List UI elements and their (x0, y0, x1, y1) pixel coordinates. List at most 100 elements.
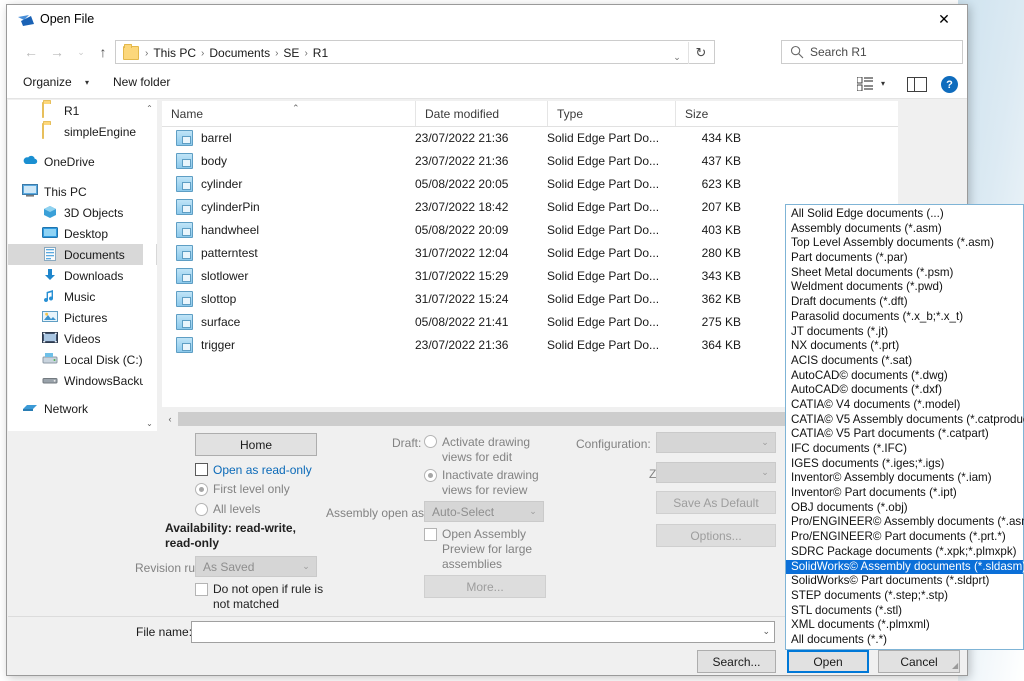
resize-grip[interactable]: ◢ (952, 661, 964, 673)
dropdown-item[interactable]: CATIA© V4 documents (*.model) (786, 398, 1023, 413)
revision-rule-select[interactable]: As Saved ⌄ (195, 556, 317, 577)
dropdown-item[interactable]: Inventor© Assembly documents (*.iam) (786, 471, 1023, 486)
activate-views-label-line2: views for edit (442, 450, 513, 464)
tree-scrollbar[interactable]: ⌃ ⌄ (143, 100, 156, 431)
column-header-type[interactable]: Type (547, 101, 675, 126)
dropdown-item[interactable]: Top Level Assembly documents (*.asm) (786, 236, 1023, 251)
do-not-open-if-rule-checkbox[interactable] (195, 583, 208, 596)
scroll-down-icon[interactable]: ⌄ (143, 415, 156, 431)
options-button[interactable]: Options... (656, 524, 776, 547)
dropdown-item[interactable]: Pro/ENGINEER© Part documents (*.prt.*) (786, 530, 1023, 545)
chevron-down-icon[interactable]: ⌄ (762, 626, 770, 637)
search-input[interactable]: Search R1 (781, 40, 963, 64)
column-header-size[interactable]: Size (675, 101, 747, 126)
breadcrumb-item-se[interactable]: SE (279, 46, 303, 60)
table-row[interactable]: barrel 23/07/2022 21:36 Solid Edge Part … (162, 127, 898, 150)
sidebar-item-onedrive[interactable]: OneDrive (8, 151, 157, 172)
dropdown-item[interactable]: Weldment documents (*.pwd) (786, 280, 1023, 295)
scrollbar-thumb[interactable] (178, 412, 866, 426)
dropdown-item[interactable]: SDRC Package documents (*.xpk;*.plmxpk) (786, 545, 1023, 560)
table-row[interactable]: cylinder 05/08/2022 20:05 Solid Edge Par… (162, 173, 898, 196)
open-as-read-only-checkbox[interactable] (195, 463, 208, 476)
more-button[interactable]: More... (424, 575, 546, 598)
breadcrumb-item-documents[interactable]: Documents (205, 46, 274, 60)
save-as-default-button[interactable]: Save As Default (656, 491, 776, 514)
dropdown-item[interactable]: Draft documents (*.dft) (786, 295, 1023, 310)
column-header-name[interactable]: Name (162, 101, 415, 126)
sidebar-item-music[interactable]: Music (8, 286, 157, 307)
dropdown-item[interactable]: Assembly documents (*.asm) (786, 222, 1023, 237)
sidebar-item-downloads[interactable]: Downloads (8, 265, 157, 286)
dropdown-item-selected[interactable]: SolidWorks© Assembly documents (*.sldasm… (786, 559, 1024, 575)
zone-select[interactable]: ⌄ (656, 462, 776, 483)
chevron-down-icon[interactable]: ⌄ (666, 46, 688, 68)
help-icon[interactable]: ? (941, 76, 958, 93)
assembly-open-as-select[interactable]: Auto-Select ⌄ (424, 501, 544, 522)
file-type-dropdown-list[interactable]: All Solid Edge documents (...) Assembly … (785, 204, 1024, 650)
sidebar-item-3d-objects[interactable]: 3D Objects (8, 202, 157, 223)
dropdown-item[interactable]: ACIS documents (*.sat) (786, 354, 1023, 369)
breadcrumb-item-this-pc[interactable]: This PC (149, 46, 200, 60)
sidebar-item-simpleengine[interactable]: simpleEngine (8, 121, 157, 142)
breadcrumb-bar[interactable]: › This PC › Documents › SE › R1 ⌄ ↻ (115, 40, 715, 64)
dropdown-item[interactable]: CATIA© V5 Part documents (*.catpart) (786, 427, 1023, 442)
dropdown-item[interactable]: AutoCAD© documents (*.dxf) (786, 383, 1023, 398)
forward-icon[interactable]: → (45, 41, 69, 63)
dropdown-item[interactable]: Pro/ENGINEER© Assembly documents (*.asm.… (786, 515, 1024, 530)
chevron-down-icon[interactable]: ▾ (85, 78, 89, 87)
open-button[interactable]: Open (787, 650, 869, 673)
chevron-down-icon: ⌄ (761, 437, 769, 447)
close-button[interactable]: ✕ (921, 5, 967, 34)
sidebar-item-pictures[interactable]: Pictures (8, 307, 157, 328)
dropdown-item[interactable]: OBJ documents (*.obj) (786, 501, 1023, 516)
dropdown-item[interactable]: XML documents (*.plmxml) (786, 618, 1023, 633)
dropdown-item[interactable]: CATIA© V5 Assembly documents (*.catprodu… (786, 413, 1024, 428)
first-level-only-radio[interactable] (195, 483, 208, 496)
recent-locations-icon[interactable]: ⌄ (69, 41, 93, 63)
dropdown-item[interactable]: All Solid Edge documents (...) (786, 207, 1023, 222)
open-assembly-preview-checkbox[interactable] (424, 528, 437, 541)
sidebar-item-videos[interactable]: Videos (8, 328, 157, 349)
activate-drawing-views-radio[interactable] (424, 435, 437, 448)
sidebar-item-r1[interactable]: R1 (8, 100, 157, 121)
home-button[interactable]: Home (195, 433, 317, 456)
up-icon[interactable]: ↑ (91, 41, 115, 63)
all-levels-radio[interactable] (195, 503, 208, 516)
view-layout-icon[interactable] (857, 77, 873, 91)
dropdown-item[interactable]: All documents (*.*) (786, 633, 1023, 648)
table-row[interactable]: body 23/07/2022 21:36 Solid Edge Part Do… (162, 150, 898, 173)
new-folder-button[interactable]: New folder (113, 75, 170, 89)
dropdown-item[interactable]: Part documents (*.par) (786, 251, 1023, 266)
search-button[interactable]: Search... (697, 650, 776, 673)
dropdown-item[interactable]: IFC documents (*.IFC) (786, 442, 1023, 457)
dropdown-item[interactable]: STEP documents (*.step;*.stp) (786, 589, 1023, 604)
dropdown-item[interactable]: SolidWorks© Part documents (*.sldprt) (786, 574, 1023, 589)
cancel-button[interactable]: Cancel (878, 650, 960, 673)
back-icon[interactable]: ← (19, 41, 43, 63)
dropdown-item[interactable]: Sheet Metal documents (*.psm) (786, 266, 1023, 281)
dropdown-item[interactable]: Parasolid documents (*.x_b;*.x_t) (786, 310, 1023, 325)
sidebar-item-documents[interactable]: Documents (8, 244, 157, 265)
sidebar-item-this-pc[interactable]: This PC (8, 181, 157, 202)
file-name-input[interactable]: ⌄ (191, 621, 775, 643)
dropdown-item[interactable]: AutoCAD© documents (*.dwg) (786, 369, 1023, 384)
scroll-left-icon[interactable]: ‹ (162, 411, 178, 427)
column-header-date-modified[interactable]: Date modified (415, 101, 547, 126)
breadcrumb-item-r1[interactable]: R1 (309, 46, 332, 60)
sidebar-item-windowsbackup[interactable]: WindowsBackup (8, 370, 157, 391)
dropdown-item[interactable]: JT documents (*.jt) (786, 325, 1023, 340)
scroll-up-icon[interactable]: ⌃ (143, 100, 156, 116)
sidebar-item-local-disk-c[interactable]: Local Disk (C:) (8, 349, 157, 370)
preview-pane-icon[interactable] (907, 77, 927, 92)
dropdown-item[interactable]: Inventor© Part documents (*.ipt) (786, 486, 1023, 501)
sidebar-item-network[interactable]: Network (8, 398, 157, 419)
sidebar-item-desktop[interactable]: Desktop (8, 223, 157, 244)
dropdown-item[interactable]: STL documents (*.stl) (786, 604, 1023, 619)
inactivate-drawing-views-radio[interactable] (424, 469, 437, 482)
chevron-down-icon[interactable]: ▾ (881, 79, 885, 88)
refresh-icon[interactable]: ↻ (688, 42, 713, 64)
organize-button[interactable]: Organize (23, 75, 72, 89)
configuration-select[interactable]: ⌄ (656, 432, 776, 453)
dropdown-item[interactable]: IGES documents (*.iges;*.igs) (786, 457, 1023, 472)
dropdown-item[interactable]: NX documents (*.prt) (786, 339, 1023, 354)
